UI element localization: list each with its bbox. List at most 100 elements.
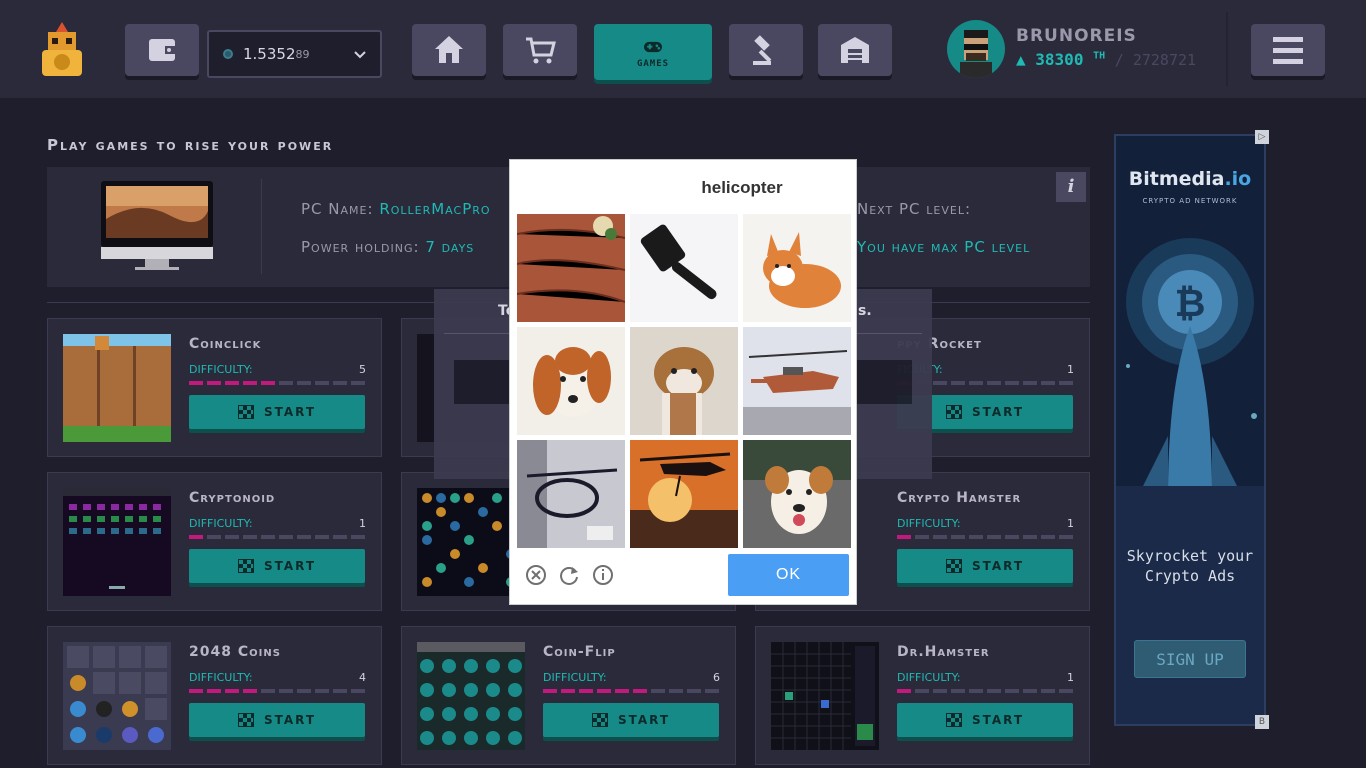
bulldog-image — [630, 327, 738, 435]
start-label: START — [263, 559, 317, 573]
captcha-tile-8[interactable] — [630, 440, 738, 548]
difficulty-value: 1 — [1067, 363, 1074, 376]
difficulty-segment — [279, 535, 293, 539]
ok-button[interactable]: OK — [728, 554, 849, 596]
home-icon — [435, 36, 463, 63]
difficulty-segment — [951, 535, 965, 539]
difficulty-segment — [297, 381, 311, 385]
avatar[interactable] — [947, 20, 1005, 78]
dog-image — [743, 440, 851, 548]
dr-hamster-thumbnail — [771, 642, 879, 750]
close-icon[interactable] — [525, 564, 547, 586]
start-button[interactable]: START — [897, 549, 1073, 583]
difficulty-segment — [1059, 381, 1073, 385]
home-button[interactable] — [412, 24, 486, 76]
difficulty-segment — [633, 689, 647, 693]
checkered-flag-icon — [945, 713, 962, 727]
difficulty-segment — [1059, 535, 1073, 539]
start-button[interactable]: START — [897, 703, 1073, 737]
start-button[interactable]: START — [189, 549, 365, 583]
difficulty-segment — [207, 689, 221, 693]
difficulty-segment — [1005, 689, 1019, 693]
captcha-tile-7[interactable] — [517, 440, 625, 548]
ad-banner[interactable]: Bitmedia.io CRYPTO AD NETWORK ₿ Skyrocke… — [1114, 134, 1266, 726]
difficulty-segment — [987, 381, 1001, 385]
difficulty-segment — [261, 381, 275, 385]
game-title: Coinclick — [189, 336, 262, 352]
refresh-icon[interactable] — [558, 564, 580, 586]
chevron-down-icon — [354, 51, 366, 59]
captcha-tile-2[interactable] — [630, 214, 738, 322]
hangar-button[interactable] — [818, 24, 892, 76]
games-button[interactable]: GAMES — [594, 24, 712, 80]
difficulty-segment — [225, 535, 239, 539]
info-icon[interactable] — [592, 564, 614, 586]
captcha-tile-9[interactable] — [743, 440, 851, 548]
captcha-tile-3[interactable] — [743, 214, 851, 322]
captcha-tile-6[interactable] — [743, 327, 851, 435]
next-pc-level-text: You have max PC level — [857, 238, 1031, 256]
power-value: 38300 — [1035, 50, 1084, 69]
difficulty-segment — [615, 689, 629, 693]
game-title: 2048 Coins — [189, 644, 281, 660]
difficulty-segment — [207, 381, 221, 385]
ad-badge-icon[interactable]: B — [1255, 715, 1269, 729]
difficulty-segment — [279, 381, 293, 385]
difficulty-segment — [969, 535, 983, 539]
difficulty-segment — [915, 689, 929, 693]
ad-signup-button[interactable]: SIGN UP — [1134, 640, 1246, 678]
power-holding-label: Power holding: — [301, 238, 420, 256]
captcha-tile-5[interactable] — [630, 327, 738, 435]
captcha-tile-1[interactable] — [517, 214, 625, 322]
difficulty-segment — [1041, 689, 1055, 693]
difficulty-segment — [597, 689, 611, 693]
ad-choices-icon[interactable]: ▷ — [1255, 130, 1269, 144]
difficulty-bar — [189, 535, 365, 539]
difficulty-segment — [297, 689, 311, 693]
difficulty-segment — [1059, 689, 1073, 693]
menu-button[interactable] — [1251, 24, 1325, 76]
hamburger-icon — [1273, 36, 1303, 42]
difficulty-bar — [543, 689, 719, 693]
helicopter-image — [630, 440, 738, 548]
power-holding-value: 7 days — [425, 238, 475, 256]
difficulty-segment — [333, 689, 347, 693]
ad-brand-name: Bitmedia — [1128, 168, 1225, 190]
difficulty-bar — [897, 689, 1073, 693]
hamster-logo-icon[interactable] — [38, 20, 86, 78]
game-card-2048-coins: 2048 Coins DIFFICULTY: 4 START — [47, 626, 382, 765]
difficulty-segment — [933, 535, 947, 539]
start-button[interactable]: START — [543, 703, 719, 737]
game-card-coin-flip: Coin-Flip DIFFICULTY: 6 START — [401, 626, 736, 765]
ad-brand-tld: .io — [1224, 168, 1252, 190]
info-button[interactable]: i — [1056, 172, 1086, 202]
difficulty-segment — [987, 689, 1001, 693]
coin-icon — [223, 49, 233, 59]
balance-main: 1.5352 — [243, 45, 296, 63]
balance-select[interactable]: 1.5352 89 — [207, 30, 382, 78]
difficulty-value: 4 — [359, 671, 366, 684]
start-button[interactable]: START — [189, 395, 365, 429]
wallet-button[interactable] — [125, 24, 199, 76]
difficulty-segment — [279, 689, 293, 693]
auction-button[interactable] — [729, 24, 803, 76]
captcha-tile-4[interactable] — [517, 327, 625, 435]
username: BRUNOREIS — [1016, 26, 1137, 46]
next-pc-level-label: Next PC level: — [857, 200, 972, 218]
pixel-face-icon — [960, 30, 992, 78]
shop-button[interactable] — [503, 24, 577, 76]
difficulty-segment — [225, 689, 239, 693]
difficulty-bar — [897, 535, 1073, 539]
cart-icon — [526, 37, 556, 64]
difficulty-segment — [261, 535, 275, 539]
checkered-flag-icon — [591, 713, 608, 727]
checkered-flag-icon — [945, 559, 962, 573]
ad-brand: Bitmedia.io — [1116, 168, 1264, 190]
difficulty-segment — [705, 689, 719, 693]
difficulty-bar — [189, 689, 365, 693]
dialog-block-left — [454, 360, 514, 404]
game-title: Coin-Flip — [543, 644, 616, 660]
difficulty-segment — [207, 535, 221, 539]
start-button[interactable]: START — [189, 703, 365, 737]
difficulty-segment — [969, 381, 983, 385]
